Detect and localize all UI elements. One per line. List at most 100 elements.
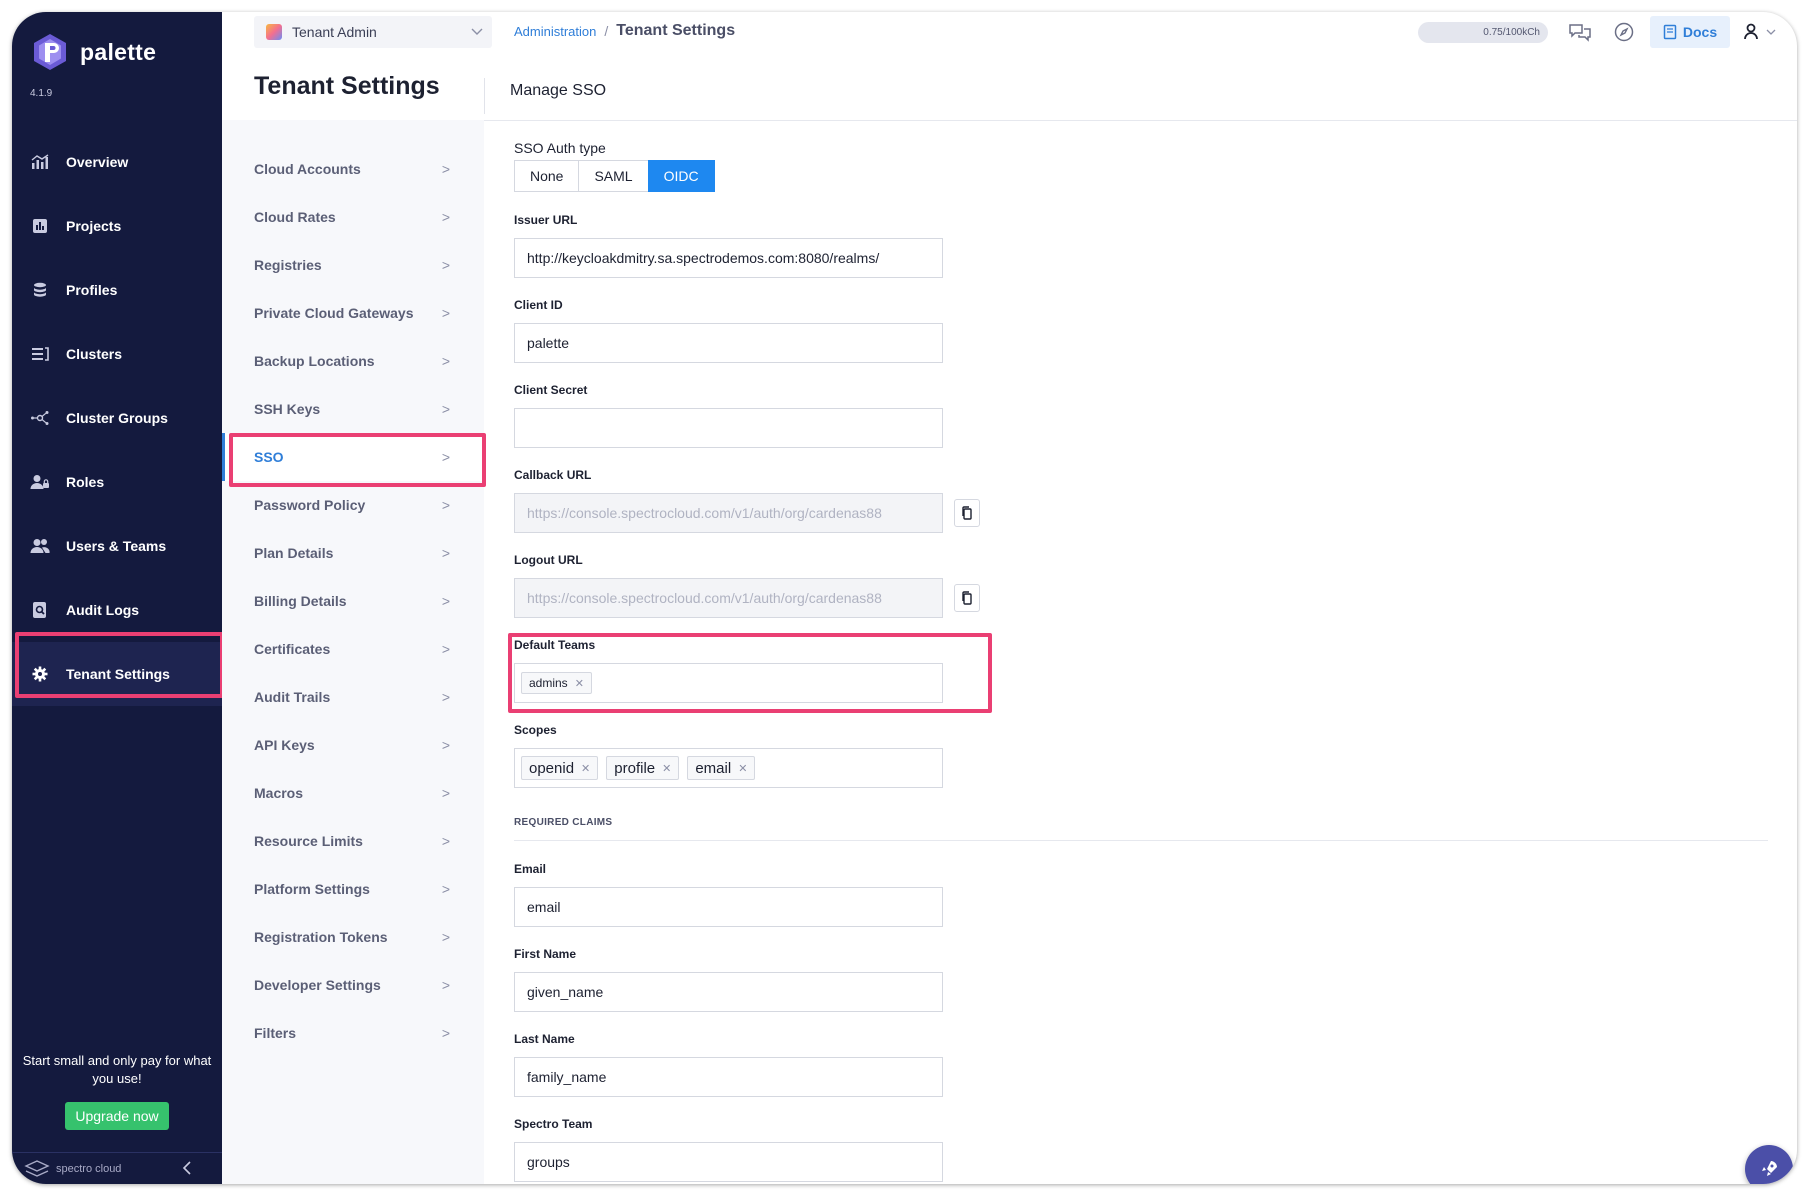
compass-icon[interactable]	[1612, 20, 1636, 44]
upgrade-promo: Start small and only pay for what you us…	[12, 1052, 222, 1130]
chat-icon[interactable]	[1568, 20, 1592, 44]
scope-tag: openid ✕	[521, 756, 599, 780]
palette-logo-icon	[34, 34, 66, 70]
nav-item-users-teams[interactable]: Users & Teams	[12, 514, 222, 578]
copy-icon	[962, 591, 972, 605]
nav-label: Roles	[66, 474, 105, 490]
auth-type-oidc[interactable]: OIDC	[647, 160, 715, 192]
remove-tag-icon[interactable]: ✕	[662, 762, 671, 775]
nav-item-projects[interactable]: Projects	[12, 194, 222, 258]
user-menu[interactable]	[1740, 20, 1780, 44]
last-name-claim-input[interactable]: family_name	[514, 1057, 943, 1097]
rocket-icon	[1762, 1161, 1777, 1176]
scope-label: Tenant Admin	[292, 24, 377, 40]
menu-item-developer-settings[interactable]: Developer Settings >	[222, 961, 484, 1009]
scopes-input[interactable]: openid ✕ profile ✕ email ✕	[514, 748, 943, 788]
breadcrumb: Administration / Tenant Settings	[514, 22, 735, 40]
spectro-team-claim-input[interactable]: groups	[514, 1142, 943, 1182]
menu-item-label: API Keys	[254, 737, 315, 753]
nav-item-clusters[interactable]: Clusters	[12, 322, 222, 386]
menu-item-registration-tokens[interactable]: Registration Tokens >	[222, 913, 484, 961]
nav-item-cluster-groups[interactable]: Cluster Groups	[12, 386, 222, 450]
menu-item-plan-details[interactable]: Plan Details >	[222, 529, 484, 577]
spectro-team-label: Spectro Team	[514, 1117, 593, 1131]
settings-menu: Cloud Accounts > Cloud Rates > Registries >…	[222, 145, 484, 1057]
menu-item-ssh-keys[interactable]: SSH Keys >	[222, 385, 484, 433]
upgrade-button[interactable]: Upgrade now	[65, 1102, 169, 1130]
tenant-icon	[266, 24, 282, 40]
brand-name: palette	[80, 38, 157, 65]
menu-item-label: SSH Keys	[254, 401, 321, 417]
chevron-right-icon: >	[441, 977, 450, 993]
menu-item-resource-limits[interactable]: Resource Limits >	[222, 817, 484, 865]
users-icon	[30, 536, 50, 556]
first-name-claim-input[interactable]: given_name	[514, 972, 943, 1012]
menu-item-private-cloud-gateways[interactable]: Private Cloud Gateways >	[222, 289, 484, 337]
first-name-label: First Name	[514, 947, 577, 961]
bar-chart-icon	[30, 216, 50, 236]
chevron-right-icon: >	[441, 257, 450, 273]
auth-type-selector: None SAML OIDC	[514, 160, 715, 192]
copy-callback-button[interactable]	[954, 499, 980, 527]
client-secret-input[interactable]	[514, 408, 943, 448]
app-version: 4.1.9	[30, 88, 53, 99]
callback-url-label: Callback URL	[514, 468, 592, 482]
menu-item-registries[interactable]: Registries >	[222, 241, 484, 289]
issuer-url-input[interactable]: http://keycloakdmitry.sa.spectrodemos.co…	[514, 238, 943, 278]
menu-item-label: Backup Locations	[254, 353, 375, 369]
client-secret-label: Client Secret	[514, 383, 588, 397]
menu-item-label: Developer Settings	[254, 977, 381, 993]
menu-item-password-policy[interactable]: Password Policy >	[222, 481, 484, 529]
menu-item-label: Resource Limits	[254, 833, 363, 849]
collapse-sidebar-icon[interactable]	[182, 1161, 192, 1175]
email-claim-input[interactable]: email	[514, 887, 943, 927]
book-icon	[1663, 24, 1677, 40]
nav-item-overview[interactable]: Overview	[12, 130, 222, 194]
docs-label: Docs	[1682, 24, 1718, 40]
remove-tag-icon[interactable]: ✕	[581, 762, 590, 775]
page-title: Tenant Settings	[254, 72, 440, 100]
menu-item-backup-locations[interactable]: Backup Locations >	[222, 337, 484, 385]
menu-item-macros[interactable]: Macros >	[222, 769, 484, 817]
header-divider	[484, 120, 1797, 121]
menu-item-cloud-rates[interactable]: Cloud Rates >	[222, 193, 484, 241]
chevron-right-icon: >	[441, 929, 450, 945]
chevron-right-icon: >	[441, 785, 450, 801]
auth-type-none[interactable]: None	[514, 160, 580, 192]
menu-item-filters[interactable]: Filters >	[222, 1009, 484, 1057]
menu-item-label: Password Policy	[254, 497, 366, 513]
menu-item-label: Cloud Rates	[254, 209, 336, 225]
menu-item-cloud-accounts[interactable]: Cloud Accounts >	[222, 145, 484, 193]
menu-item-label: Certificates	[254, 641, 331, 657]
remove-tag-icon[interactable]: ✕	[738, 762, 747, 775]
chevron-right-icon: >	[441, 497, 450, 513]
scope-selector[interactable]: Tenant Admin	[254, 16, 492, 48]
nav-item-profiles[interactable]: Profiles	[12, 258, 222, 322]
nav-item-roles[interactable]: Roles	[12, 450, 222, 514]
usage-meter[interactable]: 0.75/100kCh	[1418, 22, 1548, 43]
menu-item-certificates[interactable]: Certificates >	[222, 625, 484, 673]
breadcrumb-administration[interactable]: Administration	[514, 24, 596, 39]
top-bar: Tenant Admin Administration / Tenant Set…	[222, 12, 1797, 52]
brand[interactable]: palette	[30, 32, 156, 72]
copy-logout-button[interactable]	[954, 584, 980, 612]
network-icon	[30, 408, 50, 428]
app-window: palette 4.1.9 Overview Projects Profiles…	[12, 12, 1797, 1184]
chevron-down-icon	[1766, 29, 1776, 35]
logout-url-label: Logout URL	[514, 553, 583, 567]
menu-item-label: Plan Details	[254, 545, 334, 561]
menu-item-api-keys[interactable]: API Keys >	[222, 721, 484, 769]
menu-item-billing-details[interactable]: Billing Details >	[222, 577, 484, 625]
auth-type-saml[interactable]: SAML	[578, 160, 649, 192]
help-button[interactable]	[1745, 1145, 1793, 1184]
chevron-right-icon: >	[441, 209, 450, 225]
menu-item-platform-settings[interactable]: Platform Settings >	[222, 865, 484, 913]
scope-tag: profile ✕	[606, 756, 680, 780]
menu-item-label: Registration Tokens	[254, 929, 388, 945]
nav-label: Users & Teams	[66, 538, 167, 554]
menu-item-audit-trails[interactable]: Audit Trails >	[222, 673, 484, 721]
scopes-label: Scopes	[514, 723, 557, 737]
main-sidebar: palette 4.1.9 Overview Projects Profiles…	[12, 12, 222, 1184]
docs-button[interactable]: Docs	[1650, 16, 1730, 48]
client-id-input[interactable]: palette	[514, 323, 943, 363]
